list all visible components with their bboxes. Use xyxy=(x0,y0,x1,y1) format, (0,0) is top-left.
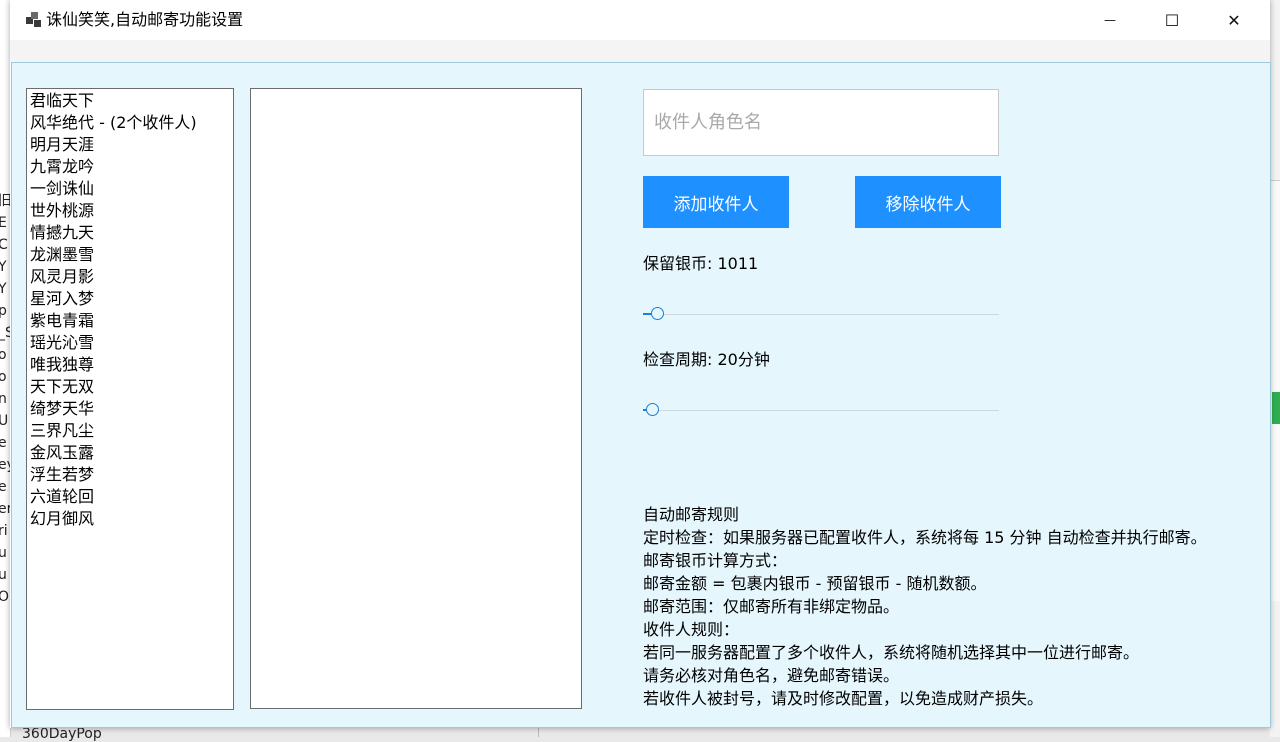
rules-heading: 自动邮寄规则 xyxy=(643,505,740,524)
silver-reserve-label: 保留银币: 1011 xyxy=(643,254,759,273)
minimize-icon: — xyxy=(1104,13,1116,27)
check-period-slider[interactable] xyxy=(643,400,999,420)
server-list-item[interactable]: 星河入梦 xyxy=(27,288,233,310)
rules-line: 邮寄金额 = 包裹内银币 - 预留银币 - 随机数额。 xyxy=(643,574,987,593)
server-list-item[interactable]: 三界凡尘 xyxy=(27,420,233,442)
rules-line: 若同一服务器配置了多个收件人，系统将随机选择其中一位进行邮寄。 xyxy=(643,643,1140,662)
server-list-item[interactable]: 世外桃源 xyxy=(27,200,233,222)
server-list-item[interactable]: 九霄龙吟 xyxy=(27,156,233,178)
server-list-item[interactable]: 天下无双 xyxy=(27,376,233,398)
background-window-right xyxy=(1270,0,1280,737)
recipient-list[interactable] xyxy=(250,88,582,709)
server-list[interactable]: 君临天下 风华绝代 - (2个收件人) 明月天涯 九霄龙吟 一剑诛仙 世外桃源 情撼九天 龙渊… xyxy=(26,88,234,710)
server-list-item[interactable]: 绮梦天华 xyxy=(27,398,233,420)
rules-line: 邮寄银币计算方式： xyxy=(643,551,788,570)
server-list-item[interactable]: 幻月御风 xyxy=(27,508,233,530)
remove-recipient-button[interactable]: 移除收件人 xyxy=(855,176,1001,228)
menu-strip xyxy=(10,40,1270,62)
title-bar[interactable]: 诛仙笑笑,自动邮寄功能设置 — ☐ ✕ xyxy=(10,0,1270,40)
slider-track[interactable] xyxy=(643,314,999,315)
recipient-name-input[interactable]: 收件人角色名 xyxy=(643,89,999,156)
maximize-button[interactable]: ☐ xyxy=(1141,0,1203,40)
client-area: 君临天下 风华绝代 - (2个收件人) 明月天涯 九霄龙吟 一剑诛仙 世外桃源 情撼九天 龙渊… xyxy=(11,62,1271,728)
server-list-item[interactable]: 情撼九天 xyxy=(27,222,233,244)
server-list-item[interactable]: 紫电青霜 xyxy=(27,310,233,332)
maximize-icon: ☐ xyxy=(1164,10,1180,30)
rules-line: 若收件人被封号，请及时修改配置，以免造成财产损失。 xyxy=(643,689,1044,708)
rules-text: 自动邮寄规则定时检查：如果服务器已配置收件人，系统将每 15 分钟 自动检查并执… xyxy=(643,503,1207,710)
window-title: 诛仙笑笑,自动邮寄功能设置 xyxy=(46,10,244,29)
server-list-item[interactable]: 唯我独尊 xyxy=(27,354,233,376)
rules-line: 请务必核对角色名，避免邮寄错误。 xyxy=(643,666,900,685)
server-list-item[interactable]: 龙渊墨雪 xyxy=(27,244,233,266)
recipient-name-placeholder: 收件人角色名 xyxy=(654,112,762,133)
server-list-item[interactable]: 瑶光沁雪 xyxy=(27,332,233,354)
server-list-item[interactable]: 君临天下 xyxy=(27,90,233,112)
minimize-button[interactable]: — xyxy=(1079,0,1141,40)
slider-thumb[interactable] xyxy=(646,403,659,416)
server-list-item[interactable]: 金风玉露 xyxy=(27,442,233,464)
rules-line: 收件人规则： xyxy=(643,620,740,639)
add-recipient-button[interactable]: 添加收件人 xyxy=(643,176,789,228)
settings-window: 诛仙笑笑,自动邮寄功能设置 — ☐ ✕ 君临天下 风华绝代 - (2个收件人) 明月… xyxy=(10,0,1271,728)
app-icon xyxy=(26,12,42,28)
check-period-label: 检查周期: 20分钟 xyxy=(643,350,770,369)
server-list-item[interactable]: 一剑诛仙 xyxy=(27,178,233,200)
server-list-item[interactable]: 风华绝代 - (2个收件人) xyxy=(27,112,233,134)
server-list-item[interactable]: 浮生若梦 xyxy=(27,464,233,486)
close-button[interactable]: ✕ xyxy=(1203,0,1265,40)
rules-line: 定时检查：如果服务器已配置收件人，系统将每 15 分钟 自动检查并执行邮寄。 xyxy=(643,528,1207,547)
server-list-item[interactable]: 风灵月影 xyxy=(27,266,233,288)
server-list-item[interactable]: 明月天涯 xyxy=(27,134,233,156)
slider-thumb[interactable] xyxy=(651,307,664,320)
slider-track[interactable] xyxy=(643,410,999,411)
background-panel xyxy=(1270,180,1280,601)
server-list-item[interactable]: 六道轮回 xyxy=(27,486,233,508)
background-green-bar xyxy=(1272,392,1280,424)
background-bottom-text: 360DayPop xyxy=(22,726,102,742)
rules-line: 邮寄范围：仅邮寄所有非绑定物品。 xyxy=(643,597,900,616)
close-icon: ✕ xyxy=(1227,10,1241,30)
silver-reserve-slider[interactable] xyxy=(643,304,999,324)
